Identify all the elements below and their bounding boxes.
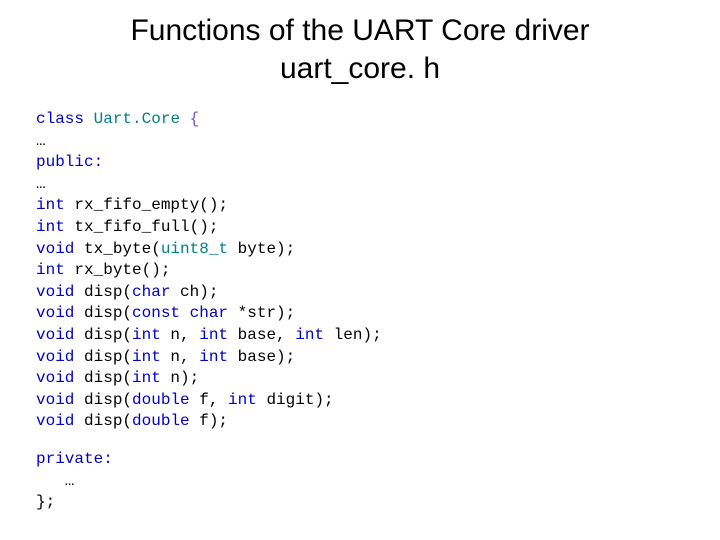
kw-class: class <box>36 110 84 128</box>
kw-int: int <box>132 348 161 366</box>
code-text: n); <box>161 369 199 387</box>
code-text: *str); <box>228 304 295 322</box>
title-line-2: uart_core. h <box>36 50 684 88</box>
kw-int: int <box>132 369 161 387</box>
kw-private: private: <box>36 450 113 468</box>
code-text: base); <box>228 348 295 366</box>
slide: Functions of the UART Core driver uart_c… <box>0 0 720 540</box>
code-text: rx_byte(); <box>65 261 171 279</box>
code-text: disp( <box>74 348 132 366</box>
code-text: disp( <box>74 369 132 387</box>
code-line-5: int rx_fifo_empty(); <box>36 196 228 214</box>
kw-void: void <box>36 369 74 387</box>
kw-int: int <box>199 326 228 344</box>
kw-int: int <box>36 196 65 214</box>
type-uint8: uint8_t <box>161 240 228 258</box>
code-line-17: private: <box>36 450 113 468</box>
code-text: ch); <box>170 283 218 301</box>
code-line-9: void disp(char ch); <box>36 283 218 301</box>
code-line-13: void disp(int n); <box>36 369 199 387</box>
code-line-12: void disp(int n, int base); <box>36 348 295 366</box>
code-line-2: … <box>36 132 46 150</box>
kw-void: void <box>36 240 74 258</box>
code-line-1: class Uart.Core { <box>36 110 199 128</box>
code-text: n, <box>161 326 199 344</box>
kw-int: int <box>295 326 324 344</box>
kw-void: void <box>36 304 74 322</box>
kw-public: public: <box>36 153 103 171</box>
kw-void: void <box>36 412 74 430</box>
code-line-14: void disp(double f, int digit); <box>36 391 334 409</box>
kw-double: double <box>132 412 190 430</box>
code-line-7: void tx_byte(uint8_t byte); <box>36 240 295 258</box>
code-line-15: void disp(double f); <box>36 412 228 430</box>
code-text: tx_fifo_full(); <box>65 218 219 236</box>
kw-char: char <box>132 283 170 301</box>
kw-int: int <box>199 348 228 366</box>
code-text: f); <box>190 412 228 430</box>
blank-line <box>36 433 684 449</box>
code-text: len); <box>324 326 382 344</box>
kw-int: int <box>132 326 161 344</box>
code-line-18: … <box>36 472 74 490</box>
code-line-11: void disp(int n, int base, int len); <box>36 326 382 344</box>
code-text: disp( <box>74 391 132 409</box>
kw-void: void <box>36 326 74 344</box>
code-line-10: void disp(const char *str); <box>36 304 295 322</box>
code-block: class Uart.Core { … public: … int rx_fif… <box>36 109 684 514</box>
kw-void: void <box>36 283 74 301</box>
kw-void: void <box>36 348 74 366</box>
code-text: tx_byte( <box>74 240 160 258</box>
code-line-19: }; <box>36 493 55 511</box>
code-text: disp( <box>74 326 132 344</box>
code-text: byte); <box>228 240 295 258</box>
title-line-1: Functions of the UART Core driver <box>36 12 684 50</box>
class-name: Uart.Core <box>94 110 180 128</box>
code-text: f, <box>190 391 228 409</box>
code-line-8: int rx_byte(); <box>36 261 170 279</box>
code-text: disp( <box>74 304 132 322</box>
kw-int: int <box>228 391 257 409</box>
code-text: n, <box>161 348 199 366</box>
code-text: base, <box>228 326 295 344</box>
kw-void: void <box>36 391 74 409</box>
code-line-4: … <box>36 175 46 193</box>
kw-int: int <box>36 261 65 279</box>
title-block: Functions of the UART Core driver uart_c… <box>36 12 684 87</box>
kw-double: double <box>132 391 190 409</box>
code-line-6: int tx_fifo_full(); <box>36 218 218 236</box>
brace-open: { <box>190 110 200 128</box>
code-text: disp( <box>74 283 132 301</box>
code-text: rx_fifo_empty(); <box>65 196 228 214</box>
kw-int: int <box>36 218 65 236</box>
kw-constchar: const char <box>132 304 228 322</box>
code-text: digit); <box>257 391 334 409</box>
code-line-3: public: <box>36 153 103 171</box>
code-text: disp( <box>74 412 132 430</box>
